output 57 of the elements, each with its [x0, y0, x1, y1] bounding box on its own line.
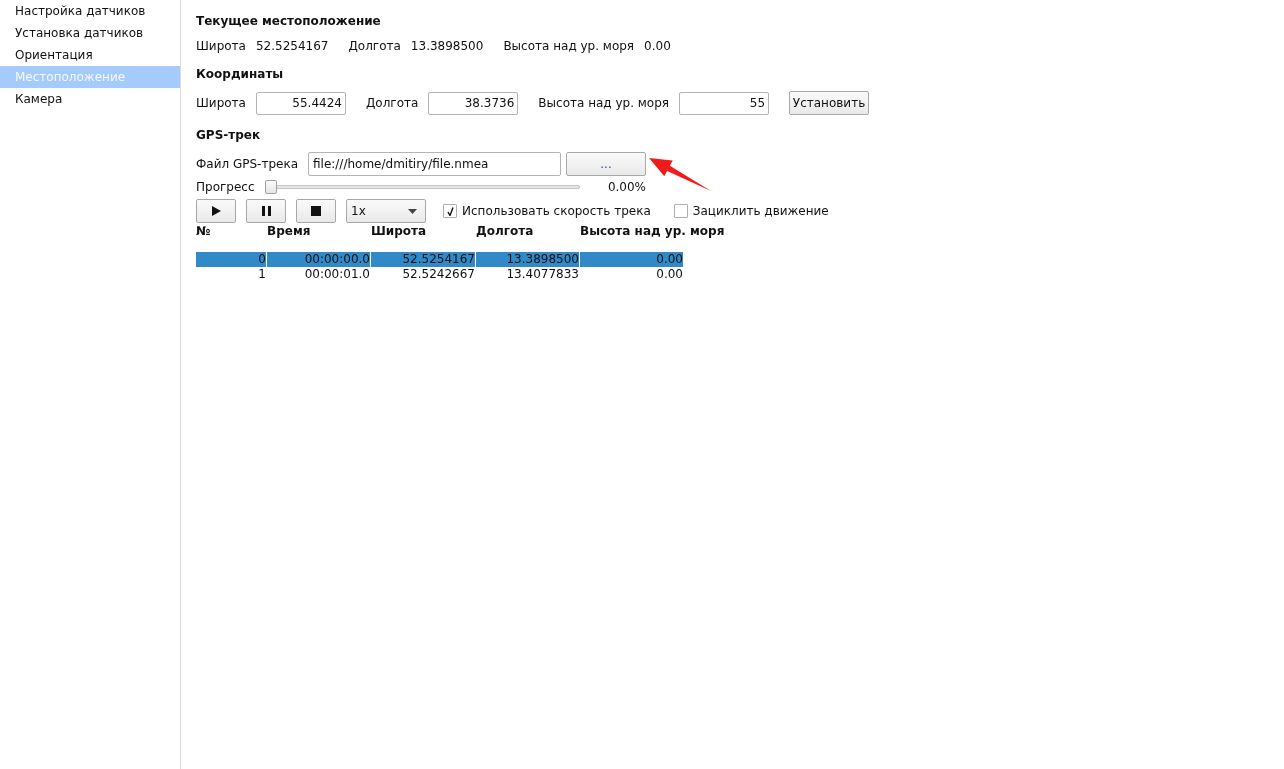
table-cell: 0 [196, 252, 267, 267]
field-value: 13.3898500 [410, 38, 484, 54]
progress-slider[interactable] [265, 180, 580, 194]
table-cell: 00:00:00.0 [267, 252, 371, 267]
number-field[interactable]: 38.3736 [428, 91, 519, 115]
table-cell: 1 [196, 267, 267, 282]
table-cell: 52.5254167 [371, 252, 476, 267]
number-field[interactable]: 55 [679, 91, 770, 115]
table-cell: 13.4077833 [476, 267, 580, 282]
field-label: Высота над ур. моря [503, 38, 635, 54]
field-label: Широта [196, 96, 246, 110]
checkbox[interactable] [673, 204, 688, 218]
progress-reading: 0.00% [606, 180, 646, 194]
field-label: Прогресс [196, 180, 256, 194]
field-label: Долгота [365, 96, 419, 110]
column-header: Время [267, 223, 312, 239]
checkbox-label[interactable]: Использовать скорость трека [462, 204, 651, 218]
column-header: № [196, 223, 212, 239]
field-label: Высота над ур. моря [538, 96, 670, 110]
section-title: Текущее местоположение [196, 13, 381, 29]
set-button[interactable]: Установить [789, 91, 870, 115]
play-button[interactable] [196, 199, 236, 223]
column-header: Высота над ур. моря [580, 223, 725, 239]
field-label: Широта [196, 38, 246, 54]
sidebar-item[interactable]: Камера [0, 88, 180, 110]
slider-thumb[interactable] [265, 180, 277, 194]
sidebar-item[interactable]: Настройка датчиков [0, 0, 180, 22]
table-cell: 0.00 [580, 252, 684, 267]
table-cell: 13.3898500 [476, 252, 580, 267]
table-cell: 52.5242667 [371, 267, 476, 282]
field-value: 0.00 [644, 38, 671, 54]
checkbox[interactable] [443, 204, 457, 218]
checkmark-icon [446, 206, 454, 216]
section-title: GPS-трек [196, 127, 261, 143]
checkbox-label[interactable]: Зациклить движение [692, 204, 829, 218]
field-label: Файл GPS-трека [196, 157, 300, 171]
field-value: 52.5254167 [255, 38, 329, 54]
stop-button[interactable] [296, 199, 336, 223]
caret-icon [408, 208, 417, 214]
field-label: Долгота [348, 38, 401, 54]
table-row[interactable]: 0 00:00:00.0 52.5254167 13.3898500 0.00 [196, 252, 684, 267]
section-title: Координаты [196, 66, 284, 82]
sidebar-item[interactable]: Установка датчиков [0, 22, 180, 44]
column-header: Широта [371, 223, 428, 239]
table-cell: 00:00:01.0 [267, 267, 371, 282]
speed-dropdown[interactable]: 1x [346, 199, 426, 223]
table-row[interactable]: 1 00:00:01.0 52.5242667 13.4077833 0.00 [196, 267, 684, 282]
stop-icon [311, 206, 321, 216]
pause-icon [261, 206, 271, 216]
table-cell: 0.00 [580, 267, 684, 282]
browse-button[interactable]: ... [566, 152, 646, 176]
play-icon [211, 206, 221, 216]
number-field[interactable]: 55.4424 [255, 91, 346, 115]
sidebar-item[interactable]: Ориентация [0, 44, 180, 66]
pause-button[interactable] [246, 199, 286, 223]
file-path-field[interactable]: file:///home/dmitiry/file.nmea [308, 152, 561, 176]
column-header: Долгота [476, 223, 535, 239]
